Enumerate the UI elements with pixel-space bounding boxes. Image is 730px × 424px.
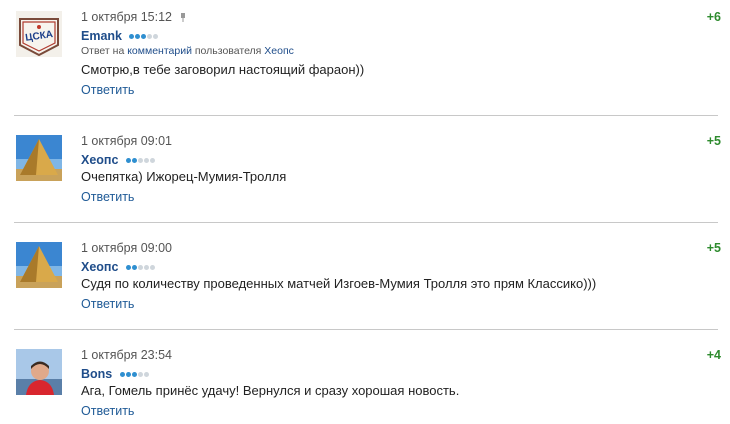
author-name[interactable]: Bons bbox=[81, 367, 112, 381]
rating-dot bbox=[137, 372, 143, 377]
rating-dot bbox=[149, 265, 155, 270]
comment-score: +5 bbox=[706, 134, 721, 148]
comment-text: Смотрю,в тебе заговорил настоящий фараон… bbox=[81, 62, 365, 77]
author-name[interactable]: Хеопс bbox=[81, 153, 118, 167]
rating-dot bbox=[135, 34, 141, 39]
rating-dot bbox=[125, 158, 131, 163]
comment-score: +6 bbox=[706, 10, 721, 24]
avatar[interactable] bbox=[16, 135, 62, 181]
author-name[interactable]: Emank bbox=[81, 29, 122, 43]
rating-dot bbox=[131, 372, 137, 377]
author-line: Emank bbox=[81, 28, 159, 43]
comment-divider bbox=[14, 329, 718, 330]
rating-dot bbox=[125, 265, 131, 270]
reply-button[interactable]: Ответить bbox=[81, 83, 134, 97]
rating-dots bbox=[125, 152, 156, 166]
comment-divider bbox=[14, 222, 718, 223]
rating-dot bbox=[131, 265, 137, 270]
rating-dot bbox=[119, 372, 125, 377]
rating-dot bbox=[147, 34, 153, 39]
avatar[interactable]: ЦСКА bbox=[16, 11, 62, 57]
rating-dot bbox=[143, 158, 149, 163]
comment-score: +4 bbox=[706, 348, 721, 362]
reply-comment-link[interactable]: комментарий bbox=[127, 45, 192, 57]
author-name[interactable]: Хеопс bbox=[81, 260, 118, 274]
rating-dot bbox=[143, 265, 149, 270]
reply-meta: Ответ на комментарий пользователя Хеопс bbox=[81, 45, 294, 57]
comment-text: Судя по количеству проведенных матчей Из… bbox=[81, 276, 597, 291]
rating-dots bbox=[125, 259, 156, 273]
reply-button[interactable]: Ответить bbox=[81, 297, 134, 311]
reply-user-link[interactable]: Хеопс bbox=[264, 45, 294, 57]
comment-divider bbox=[14, 115, 718, 116]
rating-dot bbox=[129, 34, 135, 39]
rating-dot bbox=[149, 158, 155, 163]
comment-date: 1 октября 15:12 bbox=[81, 10, 186, 24]
comment-date: 1 октября 09:00 bbox=[81, 241, 172, 255]
reply-button[interactable]: Ответить bbox=[81, 404, 134, 418]
avatar[interactable] bbox=[16, 242, 62, 288]
comment-item: ЦСКА 1 октября 15:12 +6 Emank Ответ на к… bbox=[0, 0, 730, 107]
user-photo-icon bbox=[16, 349, 62, 395]
comment-item: 1 октября 23:54 +4 Bons Ага, Гомель прин… bbox=[0, 338, 730, 424]
rating-dot bbox=[125, 372, 131, 377]
comment-date: 1 октября 09:01 bbox=[81, 134, 172, 148]
comment-text: Очепятка) Ижорец-Мумия-Тролля bbox=[81, 169, 287, 184]
rating-dots bbox=[129, 28, 159, 42]
avatar[interactable] bbox=[16, 349, 62, 395]
reply-prefix: Ответ на bbox=[81, 45, 125, 57]
cska-logo-icon: ЦСКА bbox=[16, 11, 62, 57]
comment-date: 1 октября 23:54 bbox=[81, 348, 172, 362]
comment-text: Ага, Гомель принёс удачу! Вернулся и сра… bbox=[81, 383, 460, 398]
pin-icon[interactable] bbox=[180, 13, 186, 22]
rating-dot bbox=[137, 158, 143, 163]
comment-item: 1 октября 09:01 +5 Хеопс Очепятка) Ижоре… bbox=[0, 124, 730, 231]
reply-button[interactable]: Ответить bbox=[81, 190, 134, 204]
pyramid-icon bbox=[16, 135, 62, 181]
comment-item: 1 октября 09:00 +5 Хеопс Судя по количес… bbox=[0, 231, 730, 338]
author-line: Хеопс bbox=[81, 152, 156, 167]
rating-dot bbox=[143, 372, 149, 377]
author-line: Bons bbox=[81, 366, 150, 381]
reply-mid-text: пользователя bbox=[194, 45, 262, 57]
rating-dots bbox=[119, 366, 150, 380]
comment-score: +5 bbox=[706, 241, 721, 255]
rating-dot bbox=[141, 34, 147, 39]
rating-dot bbox=[131, 158, 137, 163]
author-line: Хеопс bbox=[81, 259, 156, 274]
rating-dot bbox=[137, 265, 143, 270]
rating-dot bbox=[153, 34, 159, 39]
pyramid-icon bbox=[16, 242, 62, 288]
comment-date-text: 1 октября 15:12 bbox=[81, 10, 172, 24]
